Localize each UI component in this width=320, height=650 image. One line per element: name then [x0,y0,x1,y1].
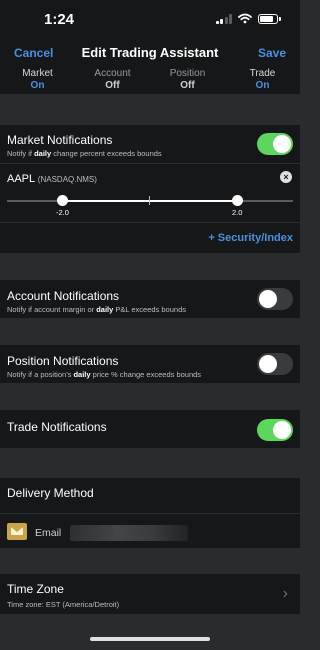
status-time: 1:24 [44,11,75,28]
market-notifications-section: Market Notifications Notify if daily cha… [0,125,300,253]
status-trade: Trade On [225,68,300,94]
account-notifications-title: Account Notifications [7,289,120,303]
trade-notifications-section: Trade Notifications [0,410,300,448]
status-market: Market On [0,68,75,94]
add-security-button[interactable]: + Security/Index [208,232,293,244]
email-label: Email [35,527,62,539]
signal-icon [215,13,232,24]
chevron-right-icon: › [282,585,288,602]
position-notifications-toggle[interactable] [257,353,293,375]
close-icon[interactable]: × [280,171,292,183]
position-notifications-title: Position Notifications [7,354,119,368]
bounds-low-value: -2.0 [56,208,69,217]
time-zone-title: Time Zone [7,582,64,596]
status-position: Position Off [150,68,225,94]
position-notifications-section: Position Notifications Notify if a posit… [0,345,300,383]
email-icon [7,523,27,540]
nav-bar: Cancel Edit Trading Assistant Save [0,38,300,68]
bounds-high-value: 2.0 [232,208,243,217]
trade-notifications-title: Trade Notifications [7,420,107,434]
status-account: Account Off [75,68,150,94]
status-market-label: Market [22,68,53,79]
battery-icon [258,13,281,24]
market-notifications-title: Market Notifications [7,133,113,147]
market-notifications-subtitle: Notify if daily change percent exceeds b… [7,149,162,158]
position-notifications-subtitle: Notify if a position's daily price % cha… [7,370,202,379]
security-symbol: AAPL [7,173,35,185]
notification-status-summary: Market On Account Off Position Off Trade… [0,68,300,94]
page-title: Edit Trading Assistant [81,45,219,60]
divider [0,222,300,223]
home-indicator [90,637,210,641]
status-account-label: Account [94,68,131,79]
account-notifications-toggle[interactable] [257,288,293,310]
status-position-label: Position [169,68,206,79]
account-notifications-section: Account Notifications Notify if account … [0,280,300,318]
trade-notifications-toggle[interactable] [257,419,293,441]
email-address-redacted[interactable] [70,525,188,541]
status-account-value: Off [105,80,120,91]
status-trade-label: Trade [249,68,276,79]
security-exchange: (NASDAQ.NMS) [37,175,97,184]
wifi-icon [238,13,252,24]
divider [0,513,300,514]
status-position-value: Off [180,80,195,91]
market-notifications-toggle[interactable] [257,133,293,155]
time-zone-value: Time zone: EST (America/Detroit) [7,600,120,609]
save-button[interactable]: Save [258,46,286,60]
delivery-method-section: Delivery Method Email [0,478,300,548]
security-row: AAPL (NASDAQ.NMS) [7,173,97,185]
account-notifications-subtitle: Notify if account margin or daily P&L ex… [7,305,186,314]
status-bar: 1:24 [0,0,300,38]
status-icons [215,13,281,24]
time-zone-row[interactable]: Time Zone Time zone: EST (America/Detroi… [0,574,300,614]
bounds-slider-low-handle[interactable] [57,195,68,206]
delivery-method-title: Delivery Method [7,486,94,500]
bounds-slider-high-handle[interactable] [232,195,243,206]
status-market-value: On [30,80,45,91]
bounds-slider-center-tick [149,196,150,205]
status-trade-value: On [255,80,270,91]
divider [0,163,300,164]
